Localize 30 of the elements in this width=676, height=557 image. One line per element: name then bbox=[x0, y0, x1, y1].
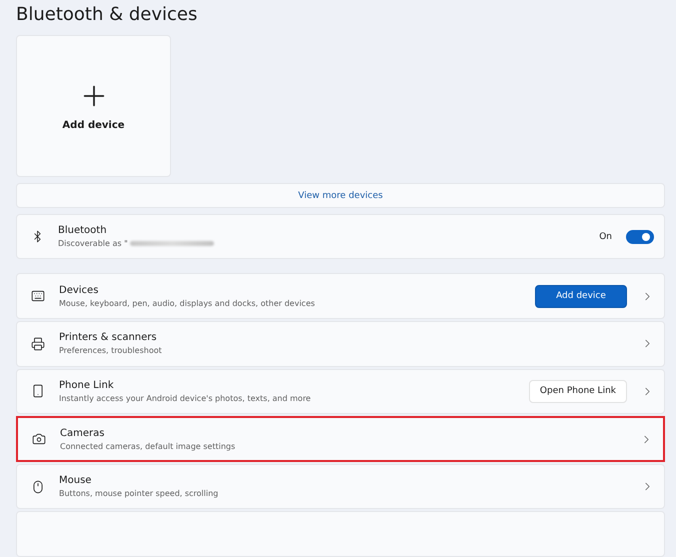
settings-row[interactable]: Devices Mouse, keyboard, pen, audio, displays and docks, other devices Add device bbox=[16, 273, 665, 319]
phone-icon bbox=[31, 384, 45, 398]
row-title: Bluetooth bbox=[58, 225, 108, 236]
add-device-button[interactable]: Add device bbox=[535, 284, 627, 308]
row-subtitle: Buttons, mouse pointer speed, scrolling bbox=[59, 489, 220, 498]
settings-row[interactable]: Mouse Buttons, mouse pointer speed, scrolling bbox=[16, 464, 665, 510]
printer-icon bbox=[31, 336, 45, 351]
row-title: Devices bbox=[59, 284, 100, 296]
settings-row[interactable]: Phone Link Instantly access your Android device's photos, texts, and more Open Phone Link bbox=[16, 368, 665, 414]
row-title: Mouse bbox=[59, 475, 92, 486]
settings-row[interactable]: Printers & scanners Preferences, troubleshoot bbox=[16, 320, 665, 367]
row-title: Cameras bbox=[60, 428, 106, 438]
mouse-icon bbox=[31, 480, 45, 494]
page-title: Bluetooth & devices bbox=[16, 3, 198, 27]
add-device-tile[interactable]: Add device bbox=[16, 34, 171, 178]
tile-label: Add device bbox=[62, 120, 125, 132]
row-subtitle: Preferences, troubleshoot bbox=[59, 346, 163, 356]
row-subtitle: Instantly access your Android device's photos, texts, and more bbox=[59, 394, 312, 403]
row-subtitle: Discoverable as " bbox=[58, 239, 128, 248]
row-subtitle: Mouse, keyboard, pen, audio, displays and docks, other devices bbox=[59, 298, 316, 308]
open-app-button[interactable]: Open Phone Link bbox=[528, 380, 627, 403]
camera-icon bbox=[32, 432, 46, 446]
row-title: Printers & scanners bbox=[59, 332, 158, 344]
bluetooth-toggle[interactable] bbox=[626, 230, 654, 244]
view-more-button[interactable]: View more devices bbox=[16, 183, 665, 208]
keyboard-icon bbox=[31, 289, 45, 304]
row-title: Phone Link bbox=[59, 380, 115, 391]
row-subtitle: Connected cameras, default image settings bbox=[60, 442, 236, 450]
toggle-label: On bbox=[599, 232, 612, 242]
settings-row[interactable]: Cameras Connected cameras, default image settings bbox=[16, 416, 665, 462]
